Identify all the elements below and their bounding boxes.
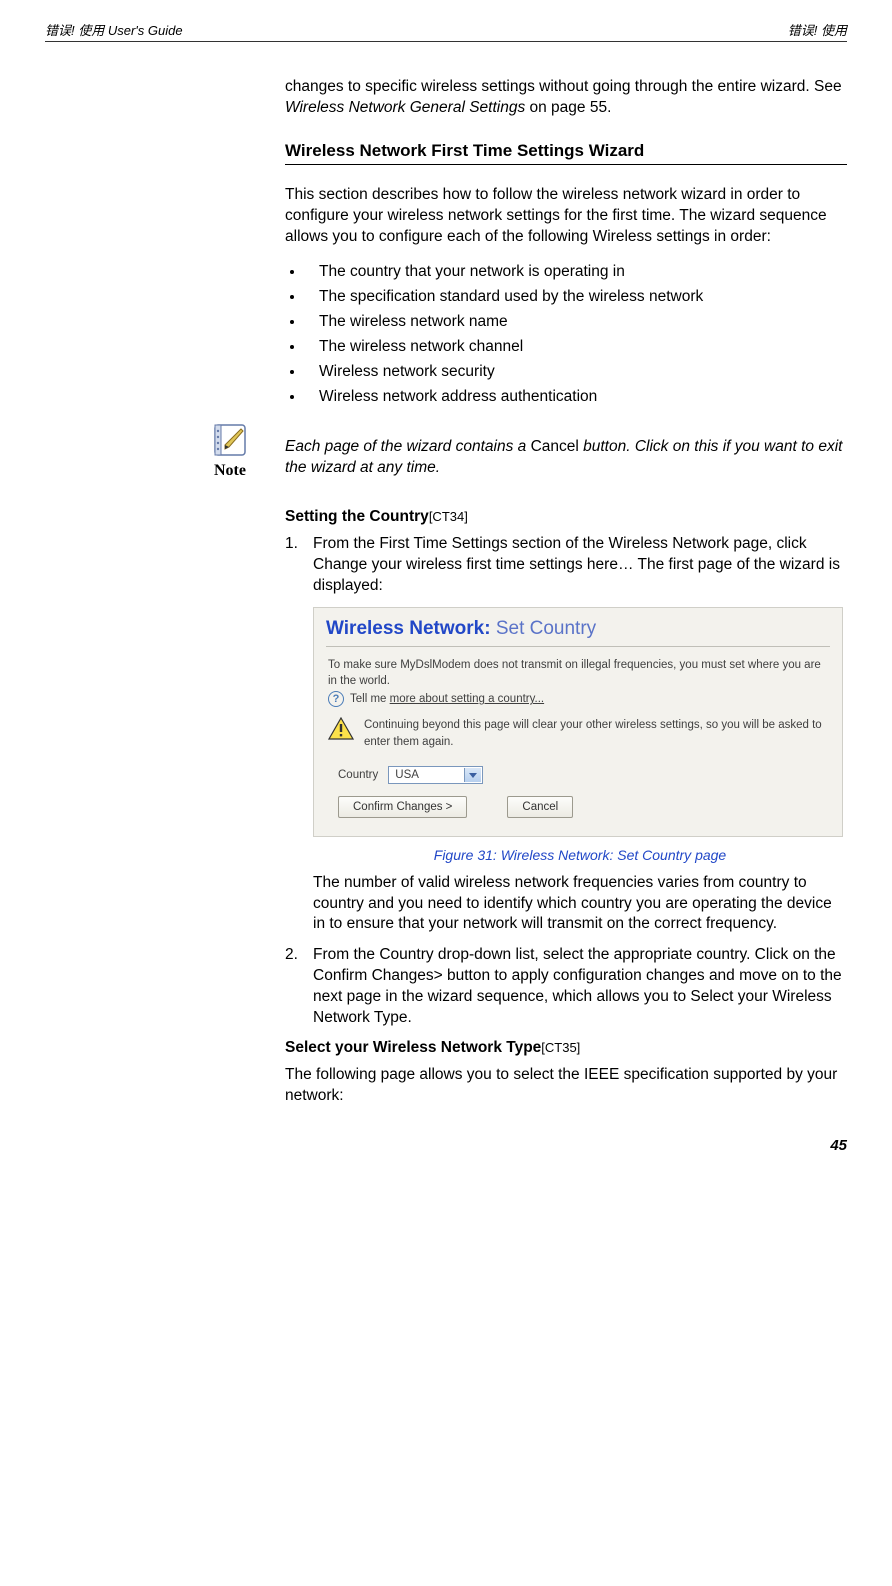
help-row: ? Tell me more about setting a country..… <box>328 691 828 707</box>
intro-text-after: on page 55. <box>525 99 611 116</box>
type-section-para: The following page allows you to select … <box>285 1065 847 1107</box>
help-prefix: Tell me <box>350 693 390 705</box>
screenshot-title: Wireless Network: Set Country <box>314 608 842 642</box>
header-left: 错误! 使用 User's Guide <box>45 20 183 39</box>
confirm-changes-button[interactable]: Confirm Changes > <box>338 796 467 818</box>
step-2-text: From the Country drop-down list, select … <box>313 945 847 1029</box>
section-intro: This section describes how to follow the… <box>285 185 847 248</box>
bullet-item: The specification standard used by the w… <box>305 287 847 307</box>
intro-text-before: changes to specific wireless settings wi… <box>285 78 842 95</box>
embedded-screenshot: Wireless Network: Set Country To make su… <box>313 607 843 836</box>
country-label: Country <box>338 769 378 781</box>
note-block: Note Each page of the wizard contains a … <box>175 419 847 480</box>
help-icon[interactable]: ? <box>328 691 344 707</box>
step-1-text: From the First Time Settings section of … <box>313 534 847 597</box>
step-2-number: 2. <box>285 945 313 1029</box>
intro-paragraph: changes to specific wireless settings wi… <box>285 77 847 119</box>
header-left-suffix: User's Guide <box>104 23 182 38</box>
warning-row: Continuing beyond this page will clear y… <box>328 717 828 751</box>
bullet-item: The country that your network is operati… <box>305 262 847 282</box>
country-row: Country USA <box>338 766 828 784</box>
bullet-list: The country that your network is operati… <box>305 262 847 408</box>
type-heading-text: Select your Wireless Network Type <box>285 1039 541 1056</box>
country-value: USA <box>395 769 419 781</box>
bullet-item: Wireless network address authentication <box>305 387 847 407</box>
note-label: Note <box>175 462 285 480</box>
note-label-column: Note <box>175 419 285 480</box>
page-number: 45 <box>45 1137 847 1154</box>
ct-code-34: [CT34] <box>429 509 468 524</box>
country-subsection-heading: Setting the Country[CT34] <box>285 508 847 526</box>
header-right: 错误! 使用 <box>788 20 847 39</box>
note-text: Each page of the wizard contains a Cance… <box>285 419 847 479</box>
page-header: 错误! 使用 User's Guide 错误! 使用 <box>45 20 847 42</box>
header-left-prefix: 错误! 使用 <box>45 23 104 38</box>
screenshot-body: To make sure MyDslModem does not transmi… <box>314 657 842 835</box>
screenshot-title-bold: Wireless Network: <box>326 618 491 639</box>
country-heading-text: Setting the Country <box>285 508 429 525</box>
step-2: 2. From the Country drop-down list, sele… <box>285 945 847 1029</box>
country-select[interactable]: USA <box>388 766 483 784</box>
step-1-number: 1. <box>285 534 313 597</box>
screenshot-intro-line: To make sure MyDslModem does not transmi… <box>328 657 828 689</box>
section-heading: Wireless Network First Time Settings Wiz… <box>285 141 847 165</box>
note-text-before: Each page of the wizard contains a <box>285 438 531 455</box>
type-subsection-heading: Select your Wireless Network Type[CT35] <box>285 1039 847 1057</box>
note-icon <box>209 419 251 461</box>
cancel-button[interactable]: Cancel <box>507 796 573 818</box>
note-noitalic: Cancel <box>531 438 579 455</box>
step-1: 1. From the First Time Settings section … <box>285 534 847 597</box>
screenshot-divider <box>326 646 830 647</box>
bullet-item: Wireless network security <box>305 362 847 382</box>
chevron-down-icon <box>469 773 477 778</box>
figure-caption: Figure 31: Wireless Network: Set Country… <box>313 847 847 863</box>
bullet-item: The wireless network channel <box>305 337 847 357</box>
warning-text: Continuing beyond this page will clear y… <box>364 717 828 749</box>
help-link[interactable]: more about setting a country... <box>390 693 544 705</box>
after-figure-para: The number of valid wireless network fre… <box>313 873 847 936</box>
bullet-item: The wireless network name <box>305 312 847 332</box>
screenshot-title-light: Set Country <box>491 618 597 639</box>
intro-italic: Wireless Network General Settings <box>285 99 525 116</box>
ct-code-35: [CT35] <box>541 1040 580 1055</box>
button-row: Confirm Changes > Cancel <box>338 796 828 818</box>
help-text: Tell me more about setting a country... <box>350 693 544 705</box>
warning-icon <box>328 717 354 741</box>
